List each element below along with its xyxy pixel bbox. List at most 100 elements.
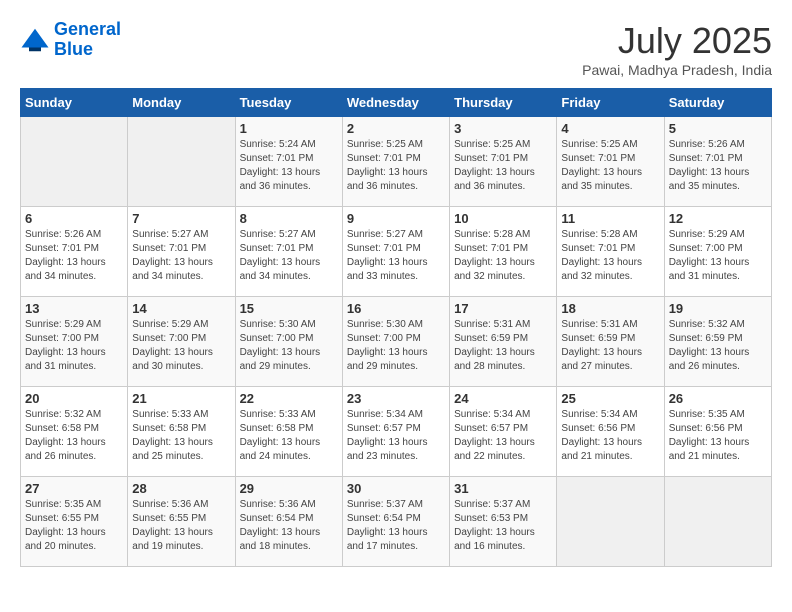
day-info: Sunrise: 5:27 AM Sunset: 7:01 PM Dayligh… [347,228,445,284]
calendar-cell: 27 Sunrise: 5:35 AM Sunset: 6:55 PM Dayli… [21,477,128,567]
day-number: 31 [454,481,552,496]
calendar-cell: 24Sunrise: 5:34 AM Sunset: 6:57 PM Dayli… [450,387,557,477]
day-number: 25 [561,391,659,406]
day-number: 12 [669,211,767,226]
day-number: 19 [669,301,767,316]
calendar-cell: 10 Sunrise: 5:28 AM Sunset: 7:01 PM Dayli… [450,207,557,297]
day-info: Sunrise: 5:25 AM Sunset: 7:01 PM Dayligh… [347,138,445,194]
week-row-2: 6 Sunrise: 5:26 AM Sunset: 7:01 PM Daylig… [21,207,772,297]
day-info: Sunrise: 5:24 AM Sunset: 7:01 PM Dayligh… [240,138,338,194]
logo-line2: Blue [54,39,93,59]
day-info: Sunrise: 5:32 AM Sunset: 6:58 PM Dayligh… [25,408,123,464]
day-info: Sunrise: 5:34 AM Sunset: 6:56 PM Dayligh… [561,408,659,464]
day-number: 16 [347,301,445,316]
day-number: 26 [669,391,767,406]
day-info: Sunrise: 5:35 AM Sunset: 6:56 PM Dayligh… [669,408,767,464]
day-info: Sunrise: 5:33 AM Sunset: 6:58 PM Dayligh… [132,408,230,464]
calendar-cell: 19 Sunrise: 5:32 AM Sunset: 6:59 PM Dayli… [664,297,771,387]
page-header: General Blue July 2025 Pawai, Madhya Pra… [20,20,772,78]
header-row: SundayMondayTuesdayWednesdayThursdayFrid… [21,89,772,117]
calendar-cell [664,477,771,567]
calendar-cell [21,117,128,207]
calendar-cell [557,477,664,567]
day-info: Sunrise: 5:35 AM Sunset: 6:55 PM Dayligh… [25,498,123,554]
calendar-cell: 26 Sunrise: 5:35 AM Sunset: 6:56 PM Dayli… [664,387,771,477]
day-number: 22 [240,391,338,406]
calendar-cell: 9 Sunrise: 5:27 AM Sunset: 7:01 PM Daylig… [342,207,449,297]
calendar-cell: 7 Sunrise: 5:27 AM Sunset: 7:01 PM Daylig… [128,207,235,297]
calendar-cell: 1 Sunrise: 5:24 AM Sunset: 7:01 PM Daylig… [235,117,342,207]
calendar-table: SundayMondayTuesdayWednesdayThursdayFrid… [20,88,772,567]
calendar-cell: 12 Sunrise: 5:29 AM Sunset: 7:00 PM Dayli… [664,207,771,297]
day-number: 15 [240,301,338,316]
calendar-cell: 11Sunrise: 5:28 AM Sunset: 7:01 PM Dayli… [557,207,664,297]
day-info: Sunrise: 5:25 AM Sunset: 7:01 PM Dayligh… [561,138,659,194]
calendar-cell: 28Sunrise: 5:36 AM Sunset: 6:55 PM Dayli… [128,477,235,567]
day-info: Sunrise: 5:27 AM Sunset: 7:01 PM Dayligh… [132,228,230,284]
logo-icon [20,25,50,55]
calendar-cell: 13 Sunrise: 5:29 AM Sunset: 7:00 PM Dayli… [21,297,128,387]
day-number: 8 [240,211,338,226]
calendar-cell: 15Sunrise: 5:30 AM Sunset: 7:00 PM Dayli… [235,297,342,387]
day-number: 3 [454,121,552,136]
calendar-cell: 20Sunrise: 5:32 AM Sunset: 6:58 PM Dayli… [21,387,128,477]
week-row-3: 13 Sunrise: 5:29 AM Sunset: 7:00 PM Dayli… [21,297,772,387]
location: Pawai, Madhya Pradesh, India [582,62,772,78]
day-number: 28 [132,481,230,496]
day-info: Sunrise: 5:28 AM Sunset: 7:01 PM Dayligh… [454,228,552,284]
header-day-thursday: Thursday [450,89,557,117]
week-row-4: 20Sunrise: 5:32 AM Sunset: 6:58 PM Dayli… [21,387,772,477]
calendar-cell: 5Sunrise: 5:26 AM Sunset: 7:01 PM Daylig… [664,117,771,207]
day-info: Sunrise: 5:25 AM Sunset: 7:01 PM Dayligh… [454,138,552,194]
day-number: 27 [25,481,123,496]
calendar-cell: 6 Sunrise: 5:26 AM Sunset: 7:01 PM Daylig… [21,207,128,297]
day-number: 6 [25,211,123,226]
day-info: Sunrise: 5:33 AM Sunset: 6:58 PM Dayligh… [240,408,338,464]
calendar-cell: 17Sunrise: 5:31 AM Sunset: 6:59 PM Dayli… [450,297,557,387]
calendar-cell: 23Sunrise: 5:34 AM Sunset: 6:57 PM Dayli… [342,387,449,477]
header-day-saturday: Saturday [664,89,771,117]
day-number: 10 [454,211,552,226]
day-number: 17 [454,301,552,316]
calendar-cell: 22 Sunrise: 5:33 AM Sunset: 6:58 PM Dayli… [235,387,342,477]
header-day-monday: Monday [128,89,235,117]
logo-text: General Blue [54,20,121,60]
calendar-cell: 3 Sunrise: 5:25 AM Sunset: 7:01 PM Daylig… [450,117,557,207]
day-number: 5 [669,121,767,136]
day-number: 30 [347,481,445,496]
logo: General Blue [20,20,121,60]
day-info: Sunrise: 5:30 AM Sunset: 7:00 PM Dayligh… [347,318,445,374]
calendar-cell: 8 Sunrise: 5:27 AM Sunset: 7:01 PM Daylig… [235,207,342,297]
header-day-sunday: Sunday [21,89,128,117]
title-block: July 2025 Pawai, Madhya Pradesh, India [582,20,772,78]
day-info: Sunrise: 5:29 AM Sunset: 7:00 PM Dayligh… [132,318,230,374]
day-info: Sunrise: 5:26 AM Sunset: 7:01 PM Dayligh… [25,228,123,284]
day-info: Sunrise: 5:34 AM Sunset: 6:57 PM Dayligh… [347,408,445,464]
calendar-cell: 18Sunrise: 5:31 AM Sunset: 6:59 PM Dayli… [557,297,664,387]
month-title: July 2025 [582,20,772,62]
day-number: 11 [561,211,659,226]
day-number: 21 [132,391,230,406]
day-number: 29 [240,481,338,496]
day-info: Sunrise: 5:37 AM Sunset: 6:53 PM Dayligh… [454,498,552,554]
calendar-cell: 2 Sunrise: 5:25 AM Sunset: 7:01 PM Daylig… [342,117,449,207]
header-day-tuesday: Tuesday [235,89,342,117]
calendar-cell [128,117,235,207]
calendar-cell: 30Sunrise: 5:37 AM Sunset: 6:54 PM Dayli… [342,477,449,567]
day-number: 2 [347,121,445,136]
day-number: 9 [347,211,445,226]
day-info: Sunrise: 5:27 AM Sunset: 7:01 PM Dayligh… [240,228,338,284]
day-info: Sunrise: 5:29 AM Sunset: 7:00 PM Dayligh… [25,318,123,374]
calendar-cell: 16 Sunrise: 5:30 AM Sunset: 7:00 PM Dayli… [342,297,449,387]
day-number: 13 [25,301,123,316]
day-info: Sunrise: 5:32 AM Sunset: 6:59 PM Dayligh… [669,318,767,374]
day-number: 14 [132,301,230,316]
day-info: Sunrise: 5:29 AM Sunset: 7:00 PM Dayligh… [669,228,767,284]
calendar-cell: 14 Sunrise: 5:29 AM Sunset: 7:00 PM Dayli… [128,297,235,387]
calendar-cell: 21 Sunrise: 5:33 AM Sunset: 6:58 PM Dayli… [128,387,235,477]
day-number: 1 [240,121,338,136]
header-day-friday: Friday [557,89,664,117]
week-row-1: 1 Sunrise: 5:24 AM Sunset: 7:01 PM Daylig… [21,117,772,207]
day-number: 7 [132,211,230,226]
day-number: 24 [454,391,552,406]
